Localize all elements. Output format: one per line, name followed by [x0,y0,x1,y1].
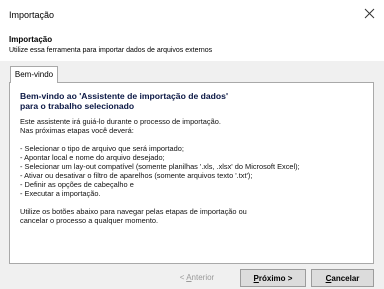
title-bar: Importação [0,0,384,28]
welcome-page: Bem-vindo ao 'Assistente de importação d… [9,82,374,264]
header-title: Importação [9,35,53,44]
close-button[interactable] [361,5,377,21]
step-item: - Ativar ou desativar o filtro de aparel… [20,171,253,180]
intro-line1: Este assistente irá guiá-lo durante o pr… [20,117,221,126]
footer-line1: Utilize os botões abaixo para navegar pe… [20,207,247,216]
step-item: - Apontar local e nome do arquivo deseja… [20,153,165,162]
tab-bem-vindo[interactable]: Bem-vindo [10,66,58,83]
header: Importação Utilize essa ferramenta para … [0,28,384,61]
cancel-label: ancelar [331,274,360,283]
back-button[interactable]: < Anterior [164,269,230,287]
back-label: nterior [191,273,215,282]
window-title: Importação [9,10,55,20]
step-item: - Definir as opções de cabeçalho e [20,180,134,189]
welcome-heading-line2: para o trabalho selecionado [20,101,135,111]
wizard-panel: Bem-vindo Bem-vindo ao 'Assistente de im… [0,61,384,289]
cancel-button[interactable]: Cancelar [311,269,374,287]
step-item: - Selecionar o tipo de arquivo que será … [20,144,184,153]
close-icon [364,8,374,18]
footer-line2: cancelar o processo a qualquer momento. [20,216,159,225]
step-item: - Selecionar um lay-out compatível (some… [20,162,300,171]
intro-line2: Nas próximas etapas você deverá: [20,126,134,135]
next-button[interactable]: Próximo > [240,269,306,287]
next-label: róximo > [258,274,293,283]
step-item: - Executar a importação. [20,189,101,198]
welcome-heading-line1: Bem-vindo ao 'Assistente de importação d… [20,91,228,101]
header-subtitle: Utilize essa ferramenta para importar da… [9,47,213,54]
welcome-heading: Bem-vindo ao 'Assistente de importação d… [20,91,365,111]
